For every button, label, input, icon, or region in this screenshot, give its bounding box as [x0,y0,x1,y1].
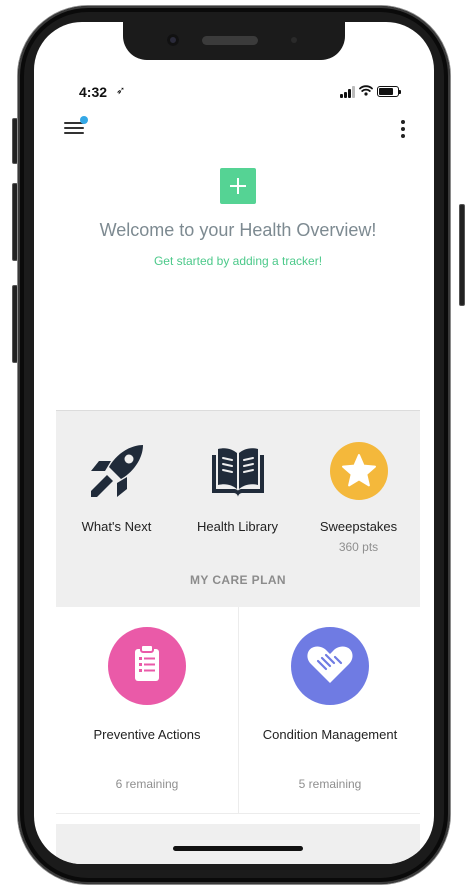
quick-links-section: What's Next Health Library Sweepstakes 3… [56,410,420,607]
overview-title: Welcome to your Health Overview! [99,220,377,240]
condition-management-count: 5 remaining [298,777,362,791]
whats-next-label: What's Next [81,519,152,534]
star-icon [329,441,389,501]
card-divider [56,813,420,814]
condition-management-card[interactable]: Condition Management 5 remaining [238,607,420,813]
sweepstakes-label: Sweepstakes [319,519,398,534]
notification-dot [80,116,88,124]
vertical-dots-icon[interactable] [396,118,410,140]
next-row-placeholder [56,824,420,864]
battery-icon [377,86,401,97]
front-camera-icon [167,34,179,46]
whats-next-button[interactable]: What's Next [56,411,177,571]
clipboard-icon [108,627,186,705]
care-plan-grid: Preventive Actions 6 remaining Condition… [56,607,420,823]
power-button [459,204,465,306]
sweepstakes-button[interactable]: Sweepstakes 360 pts [298,411,419,571]
status-time: 4:32 [79,84,108,100]
preventive-actions-count: 6 remaining [115,777,179,791]
location-arrow-icon: ➶ [116,85,126,97]
care-plan-heading: MY CARE PLAN [190,573,286,587]
earpiece-speaker [202,36,258,45]
open-book-icon [212,448,264,497]
preventive-actions-title: Preventive Actions [93,727,201,742]
rocket-icon [91,445,143,497]
add-tracker-link[interactable]: Get started by adding a tracker! [34,254,434,268]
handshake-heart-icon [291,627,369,705]
proximity-sensor [291,37,297,43]
health-library-button[interactable]: Health Library [177,411,298,571]
preventive-actions-card[interactable]: Preventive Actions 6 remaining [56,607,238,813]
add-tracker-button[interactable] [220,168,256,204]
condition-management-title: Condition Management [262,727,398,742]
notch [123,22,345,60]
home-indicator[interactable] [173,846,303,851]
sweepstakes-points: 360 pts [338,540,379,554]
health-library-label: Health Library [197,519,278,534]
phone-screen: 4:32 ➶ Welcome to your Health Overview! … [34,22,434,864]
wifi-icon [359,85,373,96]
hamburger-menu-icon[interactable] [64,116,88,138]
